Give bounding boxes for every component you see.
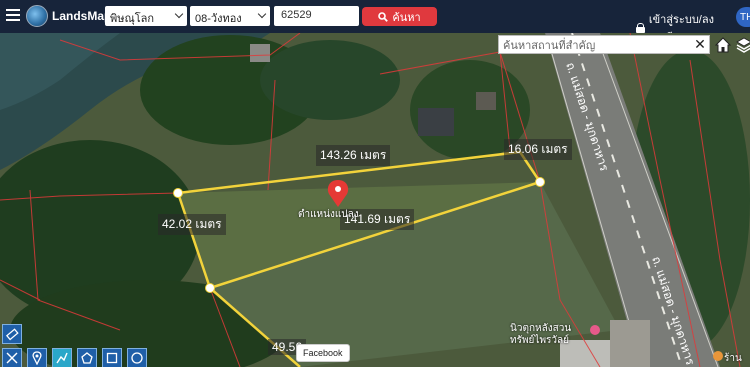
polygon-icon bbox=[81, 352, 93, 364]
language-button[interactable]: TH bbox=[736, 7, 750, 27]
place-search-field[interactable]: ค้นหาสถานที่สำคัญ ✕ bbox=[498, 35, 710, 54]
search-button-label: ค้นหา bbox=[392, 11, 421, 24]
eraser-icon bbox=[5, 328, 19, 341]
rectangle-tool[interactable] bbox=[102, 348, 122, 367]
search-button[interactable]: ค้นหา bbox=[362, 7, 437, 26]
facebook-tooltip[interactable]: Facebook bbox=[296, 344, 350, 362]
search-icon bbox=[378, 11, 389, 22]
map-pin-icon bbox=[32, 351, 42, 365]
home-icon[interactable] bbox=[714, 36, 732, 54]
map-view[interactable]: ถ. แม่สอด - มุกดาหาร ถ. แม่สอด - มุกดาหา… bbox=[0, 33, 750, 367]
lock-icon bbox=[636, 23, 645, 33]
menu-icon[interactable] bbox=[6, 9, 20, 22]
ruler-icon bbox=[6, 352, 18, 364]
district-select-value: 08-วังทอง bbox=[195, 13, 242, 25]
circle-tool[interactable] bbox=[127, 348, 147, 367]
eraser-tool[interactable] bbox=[2, 324, 22, 344]
poi-label-2: ร้าน bbox=[724, 353, 742, 364]
distance-label: 143.26 เมตร bbox=[316, 145, 391, 166]
parcel-number-input[interactable]: 62529 bbox=[274, 6, 359, 26]
district-select[interactable]: 08-วังทอง bbox=[190, 6, 270, 26]
province-select-value: พิษณุโลก bbox=[110, 13, 155, 25]
polyline-icon bbox=[56, 352, 68, 364]
polyline-tool[interactable] bbox=[52, 348, 72, 367]
polygon-tool[interactable] bbox=[77, 348, 97, 367]
poi-label: นิวตุกหลังสวน ทรัพย์ไพรวัลย์ bbox=[510, 323, 572, 346]
chevron-down-icon bbox=[174, 9, 184, 19]
satellite-map: ถ. แม่สอด - มุกดาหาร ถ. แม่สอด - มุกดาหา… bbox=[0, 33, 750, 367]
distance-label: 16.06 เมตร bbox=[504, 139, 572, 160]
distance-label: 42.02 เมตร bbox=[158, 214, 226, 235]
measure-tool[interactable] bbox=[2, 348, 22, 367]
pin-label: ตำแหน่งแปลง bbox=[298, 209, 359, 220]
province-select[interactable]: พิษณุโลก bbox=[105, 6, 187, 26]
circle-icon bbox=[131, 352, 143, 364]
marker-tool[interactable] bbox=[27, 348, 47, 367]
square-icon bbox=[106, 352, 118, 364]
logo bbox=[26, 5, 48, 27]
close-icon[interactable]: ✕ bbox=[691, 36, 709, 53]
place-search-placeholder: ค้นหาสถานที่สำคัญ bbox=[503, 39, 596, 52]
top-bar: LandsMaps พิษณุโลก 08-วังทอง 62529 ค้นหา… bbox=[0, 0, 750, 44]
layers-icon[interactable] bbox=[736, 36, 750, 54]
chevron-down-icon bbox=[257, 9, 267, 19]
